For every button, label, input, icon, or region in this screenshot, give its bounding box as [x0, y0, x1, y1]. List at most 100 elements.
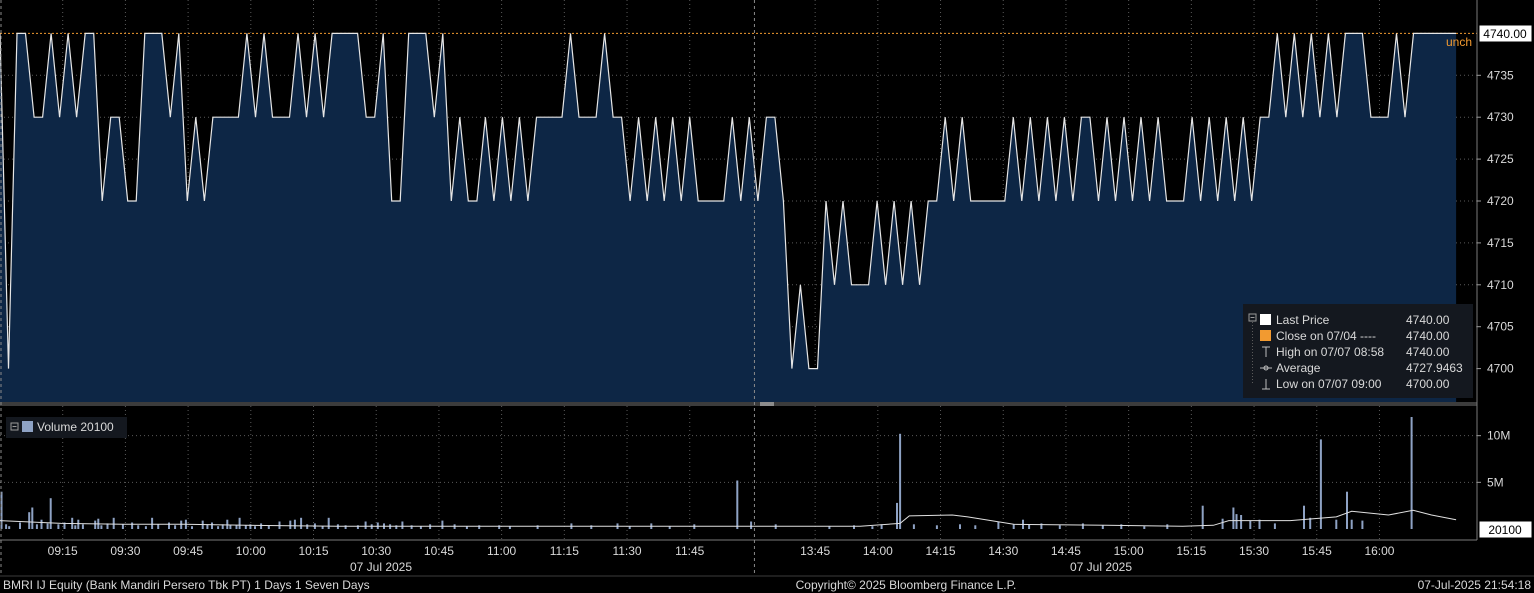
- price-tick-label: 4720: [1487, 194, 1514, 208]
- white-square-icon: [1260, 314, 1271, 325]
- volume-bar: [217, 526, 220, 529]
- volume-bar: [46, 523, 49, 529]
- volume-bar: [321, 526, 324, 529]
- panel-separator[interactable]: [0, 402, 1477, 406]
- volume-bar: [1221, 518, 1224, 529]
- time-tick-label: 10:45: [424, 544, 454, 558]
- volume-legend[interactable]: Volume 20100: [6, 417, 127, 438]
- price-tick-label: 4725: [1487, 152, 1514, 166]
- volume-bar: [81, 524, 84, 529]
- volume-bar: [100, 525, 103, 529]
- volume-bar: [144, 526, 147, 529]
- volume-bar: [1273, 523, 1276, 529]
- volume-bar: [1058, 525, 1061, 529]
- time-tick-label: 11:00: [487, 544, 516, 558]
- volume-bar: [5, 524, 8, 529]
- date-label-morning: 07 Jul 2025: [350, 560, 412, 574]
- volume-bar: [112, 517, 115, 529]
- time-tick-label: 14:15: [926, 544, 956, 558]
- time-tick-label: 15:30: [1239, 544, 1269, 558]
- time-tick-label: 09:15: [48, 544, 78, 558]
- last-price-tag-text: 4740.00: [1483, 27, 1527, 41]
- legend-close-label: Close on 07/04 ----: [1276, 329, 1376, 343]
- volume-bar: [28, 512, 31, 529]
- volume-bar: [49, 498, 52, 529]
- chart-timestamp: 07-Jul-2025 21:54:18: [1418, 578, 1532, 592]
- legend-low-value: 4700.00: [1406, 377, 1450, 391]
- volume-bar: [1101, 525, 1104, 529]
- legend-last-price-value: 4740.00: [1406, 313, 1450, 327]
- volume-bar: [168, 522, 170, 529]
- time-tick-label: 10:30: [361, 544, 391, 558]
- volume-bar: [364, 521, 367, 529]
- volume-bar: [77, 519, 80, 529]
- volume-bar: [260, 523, 263, 529]
- legend-close-value: 4740.00: [1406, 329, 1450, 343]
- volume-bar: [157, 524, 160, 529]
- volume-bar: [912, 524, 915, 529]
- volume-bar: [959, 524, 961, 529]
- time-tick-label: 11:15: [550, 544, 579, 558]
- volume-bar: [1235, 514, 1238, 529]
- volume-bar: [750, 521, 753, 529]
- volume-bar: [35, 524, 38, 529]
- price-tick-label: 4735: [1487, 68, 1514, 82]
- volume-bar: [1361, 520, 1364, 529]
- legend-last-price-label: Last Price: [1276, 313, 1330, 327]
- volume-bar: [1249, 520, 1252, 529]
- volume-bar: [289, 520, 292, 529]
- time-tick-label: 09:45: [173, 544, 203, 558]
- volume-bar: [1232, 507, 1235, 529]
- price-tick-label: 4700: [1487, 362, 1514, 376]
- volume-bar: [57, 524, 60, 529]
- volume-bar: [226, 519, 229, 529]
- volume-bar: [1350, 519, 1353, 529]
- volume-swatch-icon: [22, 421, 33, 432]
- last-volume-tag: 20100: [1478, 520, 1533, 539]
- price-legend[interactable]: Last Price 4740.00 Close on 07/04 ---- 4…: [1243, 304, 1473, 398]
- volume-bar: [401, 521, 404, 529]
- volume-bar: [896, 502, 898, 529]
- volume-bar: [1012, 524, 1015, 529]
- volume-bar: [74, 525, 77, 529]
- volume-bar: [997, 521, 1000, 529]
- volume-bar: [441, 520, 444, 529]
- time-tick-label: 15:45: [1302, 544, 1332, 558]
- time-tick-label: 13:45: [800, 544, 830, 558]
- time-tick-label: 16:00: [1364, 544, 1394, 558]
- price-tick-label: 4715: [1487, 236, 1514, 250]
- legend-average-value: 4727.9463: [1406, 361, 1463, 375]
- time-tick-label: 09:30: [110, 544, 140, 558]
- volume-bar: [1166, 524, 1169, 529]
- legend-high-value: 4740.00: [1406, 345, 1450, 359]
- volume-bar: [94, 520, 97, 529]
- legend-average-label: Average: [1276, 361, 1321, 375]
- volume-bar: [235, 525, 238, 529]
- time-tick-label: 15:15: [1176, 544, 1206, 558]
- volume-bar: [131, 522, 134, 529]
- volume-bar: [1081, 523, 1084, 529]
- volume-bar: [1410, 417, 1413, 529]
- volume-bar: [1028, 524, 1031, 529]
- volume-bar: [1303, 505, 1305, 529]
- price-tick-label: 4710: [1487, 278, 1514, 292]
- last-volume-tag-text: 20100: [1488, 523, 1522, 537]
- time-tick-label: 14:30: [988, 544, 1018, 558]
- time-tick-label: 15:00: [1114, 544, 1144, 558]
- volume-tick-label: 10M: [1487, 429, 1510, 443]
- volume-bar: [300, 517, 303, 529]
- price-tick-label: 4730: [1487, 110, 1514, 124]
- intraday-price-chart[interactable]: unch Volume 20100 4700 4705 4710 4715 4720 47…: [0, 0, 1534, 593]
- volume-bar: [1335, 519, 1338, 529]
- security-description: BMRI IJ Equity (Bank Mandiri Persero Tbk…: [3, 578, 370, 592]
- legend-high-label: High on 07/07 08:58: [1276, 345, 1384, 359]
- volume-bar: [180, 520, 183, 529]
- volume-bar: [1143, 526, 1146, 529]
- panel-resize-handle[interactable]: [760, 402, 774, 406]
- volume-bar: [1319, 439, 1322, 529]
- volume-bar: [327, 517, 330, 529]
- volume-bar: [19, 522, 21, 529]
- volume-bar: [974, 525, 977, 529]
- volume-bar: [306, 524, 309, 529]
- unchanged-label: unch: [1446, 35, 1472, 49]
